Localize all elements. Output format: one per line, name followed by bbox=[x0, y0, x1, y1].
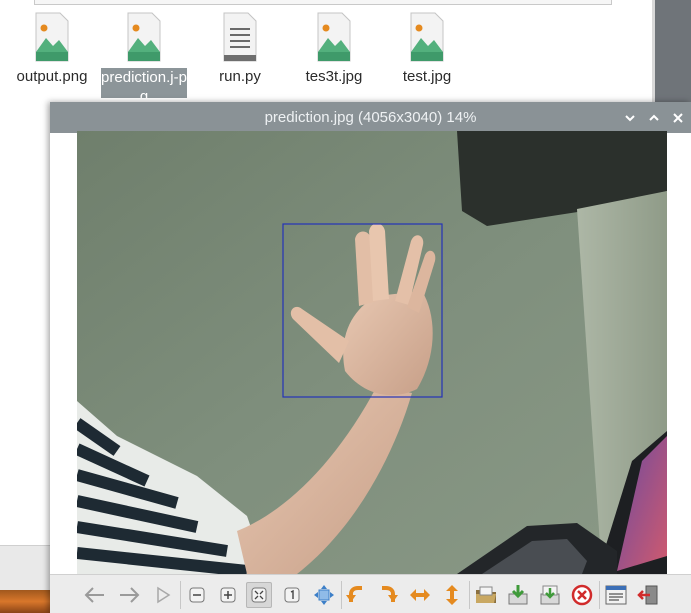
delete-icon[interactable] bbox=[569, 582, 595, 608]
forward-arrow-icon[interactable] bbox=[116, 582, 142, 608]
image-icon bbox=[35, 12, 69, 62]
play-slideshow-icon[interactable] bbox=[150, 582, 176, 608]
desktop-background bbox=[655, 0, 691, 102]
image-icon bbox=[410, 12, 444, 62]
back-arrow-icon[interactable] bbox=[82, 582, 108, 608]
file-item-output-png[interactable]: output.png bbox=[6, 12, 98, 86]
file-item-test-jpg[interactable]: test.jpg bbox=[381, 12, 473, 86]
fit-to-window-icon[interactable] bbox=[246, 582, 272, 608]
location-bar-edge bbox=[34, 0, 612, 5]
rotate-right-icon[interactable] bbox=[375, 582, 401, 608]
status-bar bbox=[0, 545, 52, 590]
file-name: prediction.j-pg bbox=[101, 68, 187, 98]
close-icon bbox=[673, 113, 683, 123]
file-name: tes3t.jpg bbox=[305, 68, 363, 85]
minimize-button[interactable] bbox=[621, 109, 639, 127]
flip-vertical-icon[interactable] bbox=[439, 582, 465, 608]
maximize-button[interactable] bbox=[645, 109, 663, 127]
file-name: test.jpg bbox=[402, 68, 452, 85]
image-icon bbox=[317, 12, 351, 62]
image-icon bbox=[127, 12, 161, 62]
original-size-icon[interactable] bbox=[279, 582, 305, 608]
file-item-run-py[interactable]: run.py bbox=[194, 12, 286, 86]
open-file-icon[interactable] bbox=[473, 582, 499, 608]
zoom-out-icon[interactable] bbox=[184, 582, 210, 608]
image-canvas[interactable] bbox=[77, 131, 667, 574]
file-name: output.png bbox=[16, 68, 88, 85]
chevron-up-icon bbox=[649, 114, 659, 121]
close-button[interactable] bbox=[669, 109, 687, 127]
chevron-down-icon bbox=[625, 115, 635, 122]
save-file-icon[interactable] bbox=[505, 582, 531, 608]
title-bar[interactable]: prediction.jpg (4056x3040) 14% bbox=[50, 102, 691, 133]
quit-icon[interactable] bbox=[635, 582, 661, 608]
window-title: prediction.jpg (4056x3040) 14% bbox=[264, 109, 477, 126]
zoom-in-icon[interactable] bbox=[215, 582, 241, 608]
flip-horizontal-icon[interactable] bbox=[407, 582, 433, 608]
viewer-toolbar bbox=[50, 574, 691, 613]
preferences-icon[interactable] bbox=[603, 582, 629, 608]
text-file-icon bbox=[223, 12, 257, 62]
image-viewer-window: prediction.jpg (4056x3040) 14% bbox=[50, 102, 691, 613]
save-as-icon[interactable] bbox=[537, 582, 563, 608]
file-name: run.py bbox=[219, 68, 261, 85]
taskbar-wallpaper-strip bbox=[0, 590, 52, 613]
rotate-left-icon[interactable] bbox=[343, 582, 369, 608]
file-item-prediction-jpg[interactable]: prediction.j-pg bbox=[98, 12, 190, 98]
full-screen-icon[interactable] bbox=[311, 582, 337, 608]
photo-image bbox=[77, 131, 667, 574]
file-item-tes3t-jpg[interactable]: tes3t.jpg bbox=[288, 12, 380, 86]
